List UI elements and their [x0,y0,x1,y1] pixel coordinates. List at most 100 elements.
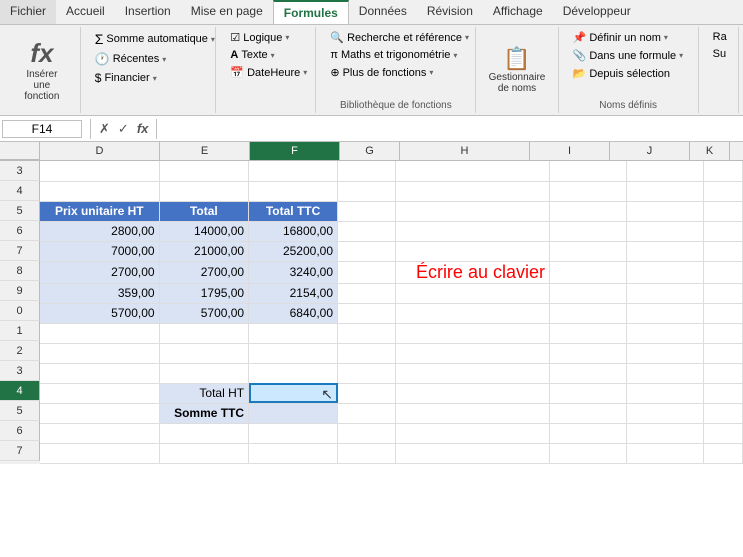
cell-e11[interactable] [159,323,249,343]
col-header-j[interactable]: J [610,142,690,160]
cell-h6[interactable] [395,221,549,241]
cell-f5[interactable]: Total TTC [249,201,338,221]
cell-d5[interactable]: Prix unitaire HT [40,201,159,221]
cell-k3[interactable] [704,161,743,181]
cell-k12[interactable] [704,343,743,363]
cell-e8[interactable]: 2700,00 [159,261,249,283]
cell-d6[interactable]: 2800,00 [40,221,159,241]
cell-i5[interactable] [549,201,626,221]
cell-j16[interactable] [627,423,704,443]
cell-g11[interactable] [338,323,396,343]
cell-f14[interactable]: ↖ [249,383,338,403]
cell-f12[interactable] [249,343,338,363]
gestionnaire-button[interactable]: 📋 Gestionnairede noms [481,42,554,98]
tab-formules[interactable]: Formules [273,0,349,24]
cell-k5[interactable] [704,201,743,221]
cell-h8-ecrire[interactable]: Écrire au clavier [395,261,549,283]
formula-input[interactable] [161,121,741,137]
confirm-formula-button[interactable]: ✓ [114,120,133,138]
recherche-button[interactable]: 🔍 Recherche et référence ▾ [324,29,467,46]
col-header-f[interactable]: F [250,142,340,160]
insert-function-bar-button[interactable]: fx [133,120,153,137]
cell-k16[interactable] [704,423,743,443]
cell-d14[interactable] [40,383,159,403]
cell-d11[interactable] [40,323,159,343]
cell-h14[interactable] [395,383,549,403]
cell-f11[interactable] [249,323,338,343]
cell-e10[interactable]: 5700,00 [159,303,249,323]
cell-j7[interactable] [627,241,704,261]
cell-j12[interactable] [627,343,704,363]
cancel-formula-button[interactable]: ✗ [95,120,114,138]
cell-k9[interactable] [704,283,743,303]
tab-mise-en-page[interactable]: Mise en page [181,0,273,24]
row-header-13[interactable]: 3 [0,361,40,381]
cell-g3[interactable] [338,161,396,181]
cell-j11[interactable] [627,323,704,343]
cell-e9[interactable]: 1795,00 [159,283,249,303]
cell-h7[interactable] [395,241,549,261]
cell-k14[interactable] [704,383,743,403]
cell-e7[interactable]: 21000,00 [159,241,249,261]
cell-i6[interactable] [549,221,626,241]
row-header-4[interactable]: 4 [0,181,40,201]
cell-j9[interactable] [627,283,704,303]
cell-d16[interactable] [40,423,159,443]
cell-h12[interactable] [395,343,549,363]
cell-h4[interactable] [395,181,549,201]
row-header-12[interactable]: 2 [0,341,40,361]
cell-d15[interactable] [40,403,159,423]
cell-k8[interactable] [704,261,743,283]
cell-f16[interactable] [249,423,338,443]
cell-g13[interactable] [338,363,396,383]
cell-k17[interactable] [704,443,743,463]
cell-d12[interactable] [40,343,159,363]
cell-g16[interactable] [338,423,396,443]
cell-i8[interactable] [549,261,626,283]
dans-formule-button[interactable]: 📎 Dans une formule ▾ [567,47,690,64]
cell-j14[interactable] [627,383,704,403]
tab-insertion[interactable]: Insertion [115,0,181,24]
cell-f13[interactable] [249,363,338,383]
cell-k11[interactable] [704,323,743,343]
col-header-g[interactable]: G [340,142,400,160]
cell-j15[interactable] [627,403,704,423]
name-box[interactable]: F14 [2,120,82,138]
cell-g15[interactable] [338,403,396,423]
ra1-button[interactable]: Ra [707,29,730,45]
cell-e13[interactable] [159,363,249,383]
depuis-selection-button[interactable]: 📂 Depuis sélection [567,65,690,82]
cell-h11[interactable] [395,323,549,343]
maths-button[interactable]: π Maths et trigonométrie ▾ [324,47,467,63]
cell-f7[interactable]: 25200,00 [249,241,338,261]
row-header-5[interactable]: 5 [0,201,40,221]
cell-j8[interactable] [627,261,704,283]
row-header-14[interactable]: 4 [0,381,40,401]
row-header-8[interactable]: 8 [0,261,40,281]
cell-j10[interactable] [627,303,704,323]
cell-h5[interactable] [395,201,549,221]
plus-fonctions-button[interactable]: ⊕ Plus de fonctions ▾ [324,64,467,81]
cell-e14[interactable]: Total HT [159,383,249,403]
cell-f9[interactable]: 2154,00 [249,283,338,303]
insert-function-button[interactable]: fx Insérer unefonction [12,34,72,106]
cell-j3[interactable] [627,161,704,181]
col-header-h[interactable]: H [400,142,530,160]
su-button[interactable]: Su [707,46,730,62]
cell-h3[interactable] [395,161,549,181]
cell-k4[interactable] [704,181,743,201]
cell-h9[interactable] [395,283,549,303]
cell-i7[interactable] [549,241,626,261]
cell-g9[interactable] [338,283,396,303]
tab-donnees[interactable]: Données [349,0,417,24]
cell-e6[interactable]: 14000,00 [159,221,249,241]
cell-g12[interactable] [338,343,396,363]
financier-button[interactable]: $ Financier ▾ [89,69,208,87]
cell-j17[interactable] [627,443,704,463]
cell-f6[interactable]: 16800,00 [249,221,338,241]
col-header-e[interactable]: E [160,142,250,160]
cell-g10[interactable] [338,303,396,323]
row-header-10[interactable]: 0 [0,301,40,321]
cell-d4[interactable] [40,181,159,201]
cell-k13[interactable] [704,363,743,383]
